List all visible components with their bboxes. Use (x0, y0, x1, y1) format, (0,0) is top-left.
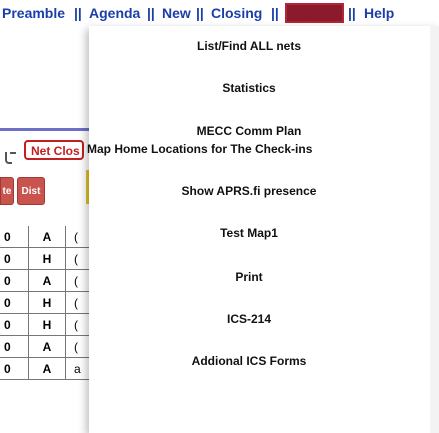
checkin-table: 0 A ( 0 H ( 0 A ( 0 H ( 0 H ( 0 A (0 A … (0, 226, 96, 380)
menu-item-list-find-nets[interactable]: List/Find ALL nets (89, 39, 409, 53)
table-cell: 0 (0, 226, 29, 248)
menu-closing[interactable]: Closing (211, 5, 262, 21)
menu-separator: || (348, 5, 356, 21)
menu-separator: || (196, 5, 204, 21)
menu-item-test-map[interactable]: Test Map1 (89, 226, 409, 240)
menu-reports[interactable]: Reports (285, 3, 344, 23)
table-cell: 0 (0, 313, 29, 336)
menu-help[interactable]: Help (364, 5, 394, 21)
table-cell: 0 (0, 357, 29, 380)
table-row[interactable]: 0 A ( (0, 269, 96, 292)
table-cell: 0 (0, 269, 29, 292)
menu-item-ics-214[interactable]: ICS-214 (89, 312, 409, 326)
menu-item-print[interactable]: Print (89, 270, 409, 284)
table-row[interactable]: 0 A ( (0, 226, 96, 248)
table-row[interactable]: 0 A a (0, 357, 96, 380)
table-cell: 0 (0, 247, 29, 270)
table-cell: A (28, 357, 66, 380)
menu-separator: || (147, 5, 155, 21)
menu-new[interactable]: New (162, 5, 191, 21)
table-row[interactable]: 0 H ( (0, 291, 96, 314)
table-cell: H (28, 313, 66, 336)
vertical-scrollbar[interactable] (430, 26, 439, 433)
table-row[interactable]: 0 A ( (0, 335, 96, 358)
table-cell: A (28, 335, 66, 358)
table-cell: 0 (0, 291, 29, 314)
table-cell: A (28, 226, 66, 248)
toolbar-button[interactable]: te (0, 177, 14, 205)
top-menu-bar: Preamble || Agenda || New || Closing || … (0, 0, 439, 26)
table-cell: H (28, 247, 66, 270)
menu-separator: || (74, 5, 82, 21)
reports-dropdown-menu: List/Find ALL nets Statistics MECC Comm … (87, 26, 439, 433)
menu-item-statistics[interactable]: Statistics (89, 81, 409, 95)
table-row[interactable]: 0 H ( (0, 247, 96, 270)
menu-item-additional-ics-forms[interactable]: Addional ICS Forms (89, 354, 409, 368)
menu-item-show-aprs[interactable]: Show APRS.fi presence (89, 184, 409, 198)
corner-mark (10, 152, 16, 154)
menu-item-mecc-comm-plan[interactable]: MECC Comm Plan (89, 124, 409, 138)
toolbar-buttons: te Dist (0, 177, 86, 205)
menu-agenda[interactable]: Agenda (89, 5, 140, 21)
section-divider (0, 128, 95, 131)
table-row[interactable]: 0 H ( (0, 313, 96, 336)
table-cell: A (28, 269, 66, 292)
table-cell: 0 (0, 335, 29, 358)
menu-item-map-home-locations[interactable]: Map Home Locations for The Check-ins (29, 142, 409, 156)
table-cell: H (28, 291, 66, 314)
menu-separator: || (271, 5, 279, 21)
menu-preamble[interactable]: Preamble (2, 5, 65, 21)
dist-button[interactable]: Dist (17, 177, 45, 205)
